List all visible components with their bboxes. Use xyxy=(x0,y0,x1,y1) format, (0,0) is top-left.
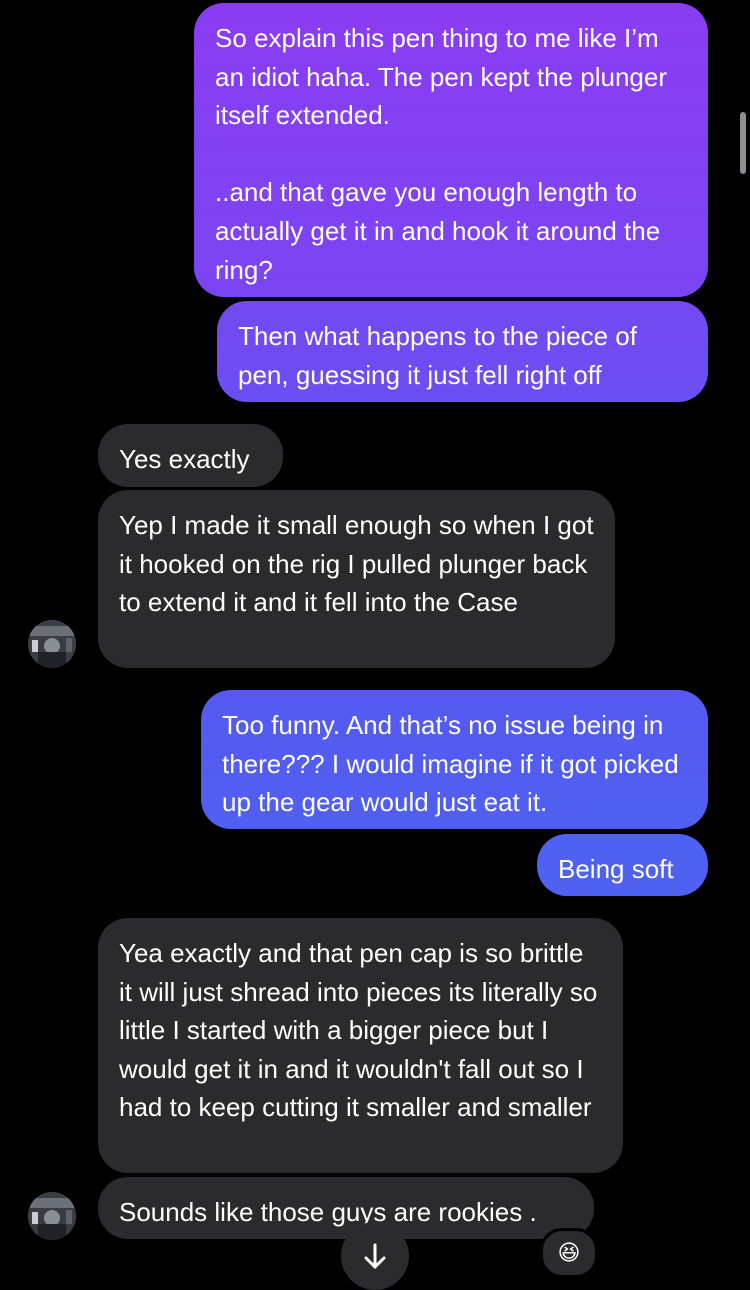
contact-avatar[interactable] xyxy=(28,1192,76,1240)
contact-avatar[interactable] xyxy=(28,620,76,668)
incoming-message[interactable]: Yea exactly and that pen cap is so britt… xyxy=(98,918,623,1173)
outgoing-message[interactable]: So explain this pen thing to me like I’m… xyxy=(194,3,708,297)
outgoing-message[interactable]: Too funny. And that’s no issue being in … xyxy=(201,690,708,829)
incoming-message[interactable]: Sounds like those guys are rookies . xyxy=(98,1177,594,1239)
outgoing-message[interactable]: Being soft xyxy=(537,834,708,896)
arrow-down-icon xyxy=(364,1243,386,1269)
scroll-to-bottom-button[interactable] xyxy=(341,1222,409,1290)
incoming-message[interactable]: Yes exactly xyxy=(98,424,283,487)
laughing-emoji-icon: 😆 xyxy=(557,1240,581,1265)
scrollbar[interactable] xyxy=(740,112,746,174)
outgoing-message[interactable]: Then what happens to the piece of pen, g… xyxy=(217,301,708,402)
incoming-message[interactable]: Yep I made it small enough so when I got… xyxy=(98,490,615,668)
reaction-badge[interactable]: 😆 xyxy=(540,1228,598,1278)
